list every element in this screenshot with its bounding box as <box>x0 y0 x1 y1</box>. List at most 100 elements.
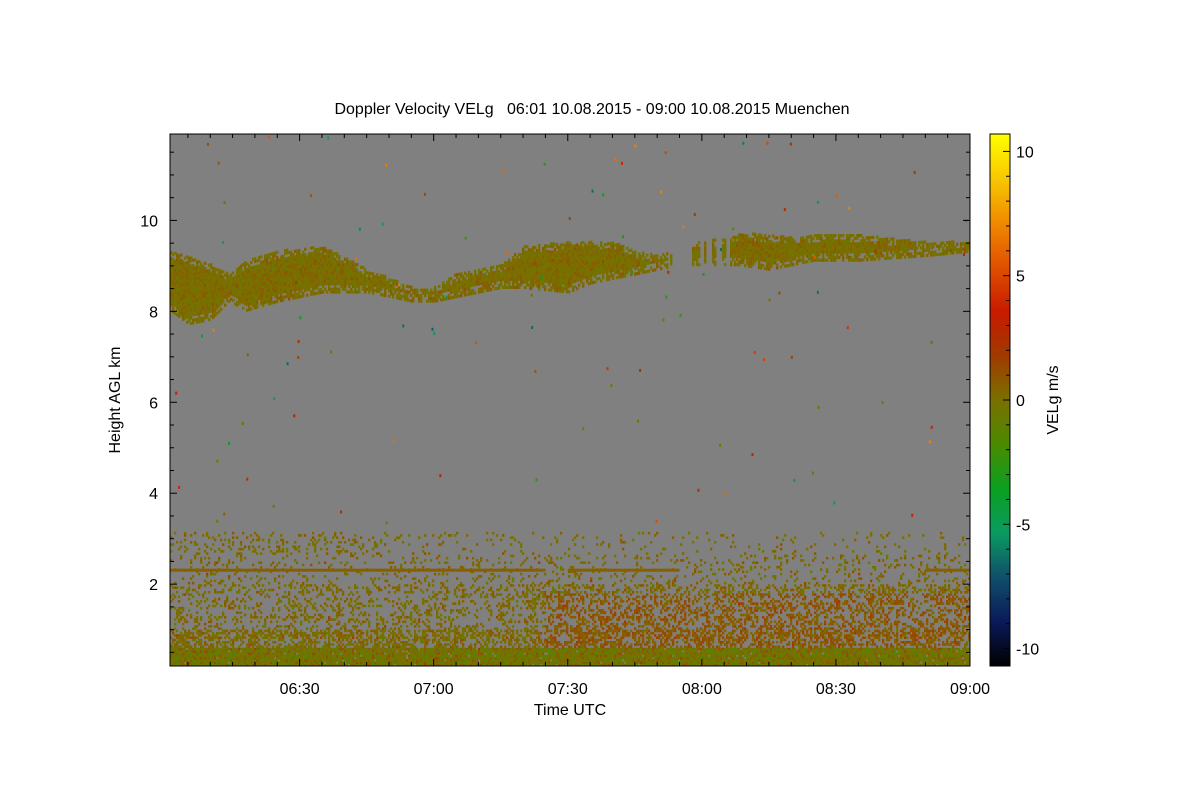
velocity-cell <box>202 593 205 596</box>
velocity-cell <box>182 661 185 665</box>
velocity-cell <box>278 545 281 549</box>
velocity-cell <box>210 638 213 642</box>
velocity-cell <box>704 246 707 250</box>
velocity-cell <box>234 656 237 660</box>
velocity-cell <box>196 647 199 651</box>
velocity-cell <box>630 267 633 271</box>
velocity-cell <box>194 661 197 665</box>
velocity-cell <box>286 631 289 635</box>
velocity-cell <box>208 638 211 642</box>
velocity-cell <box>230 643 233 646</box>
velocity-cell <box>260 631 263 635</box>
velocity-cell <box>256 634 259 637</box>
velocity-cell <box>238 590 241 594</box>
velocity-cell <box>178 634 181 637</box>
velocity-cell <box>270 652 273 655</box>
velocity-cell <box>228 640 231 644</box>
velocity-cell <box>240 556 243 560</box>
velocity-cell <box>260 255 263 259</box>
velocity-cell <box>820 234 823 238</box>
velocity-cell <box>342 260 345 264</box>
velocity-cell <box>288 656 291 660</box>
velocity-cell <box>262 538 265 542</box>
velocity-cell <box>194 647 197 651</box>
velocity-cell <box>204 661 207 665</box>
velocity-cell <box>730 263 733 267</box>
velocity-cell <box>188 640 191 644</box>
velocity-cell <box>174 643 177 646</box>
velocity-cell <box>258 538 261 542</box>
velocity-cell <box>242 656 245 660</box>
velocity-cell <box>262 661 265 665</box>
velocity-cell <box>254 550 257 553</box>
velocity-cell <box>252 627 255 630</box>
velocity-cell <box>268 659 271 662</box>
velocity-cell <box>226 634 229 637</box>
velocity-cell <box>430 288 433 292</box>
velocity-cell <box>230 650 233 653</box>
velocity-cell <box>848 236 851 240</box>
velocity-cell <box>200 640 203 644</box>
velocity-cell <box>248 652 251 655</box>
plot-area <box>169 133 971 667</box>
velocity-cell <box>832 253 835 257</box>
velocity-cell <box>204 650 207 653</box>
velocity-cell <box>500 280 503 284</box>
velocity-cell <box>516 255 519 259</box>
velocity-cell <box>258 609 261 612</box>
velocity-cell <box>238 634 241 637</box>
velocity-cell <box>806 260 809 264</box>
velocity-cell <box>238 659 241 662</box>
velocity-cell <box>250 661 253 665</box>
velocity-cell <box>220 656 223 660</box>
velocity-cell <box>174 586 177 590</box>
velocity-cell <box>698 254 701 259</box>
velocity-cell <box>186 636 189 640</box>
velocity-cell <box>264 588 267 592</box>
velocity-cell <box>196 615 199 619</box>
velocity-cell <box>256 645 259 649</box>
velocity-cell <box>200 650 203 653</box>
velocity-cell <box>204 622 207 626</box>
velocity-cell <box>184 643 187 646</box>
velocity-cell <box>176 615 179 619</box>
velocity-cell <box>182 586 185 590</box>
velocity-cell <box>246 659 249 662</box>
velocity-cell <box>204 643 207 646</box>
velocity-cell <box>348 284 351 289</box>
velocity-cell <box>284 604 287 608</box>
velocity-cell <box>270 650 273 653</box>
velocity-cell <box>276 602 279 605</box>
velocity-cell <box>220 581 223 585</box>
velocity-cell <box>834 258 837 262</box>
velocity-cell <box>238 611 241 615</box>
velocity-cell <box>182 643 185 646</box>
velocity-cell <box>258 645 261 649</box>
velocity-cell <box>220 590 223 594</box>
velocity-cell <box>200 647 203 651</box>
velocity-cell <box>258 561 261 564</box>
velocity-cell <box>360 271 363 275</box>
velocity-cell <box>594 280 597 284</box>
velocity-cell <box>210 656 213 660</box>
velocity-cell <box>236 590 239 594</box>
velocity-cell <box>240 620 243 624</box>
velocity-cell <box>232 531 235 535</box>
velocity-cell <box>220 636 223 640</box>
velocity-cell <box>216 650 219 653</box>
velocity-cell <box>288 654 291 658</box>
velocity-cell <box>232 298 235 302</box>
velocity-cell <box>236 554 239 558</box>
velocity-cell <box>218 652 221 655</box>
velocity-cell <box>892 239 895 244</box>
velocity-cell <box>240 579 243 583</box>
velocity-cell <box>176 643 179 646</box>
velocity-cell <box>176 650 179 653</box>
velocity-cell <box>256 625 259 628</box>
velocity-cell <box>204 579 207 583</box>
velocity-cell <box>236 656 239 660</box>
velocity-cell <box>240 654 243 658</box>
velocity-cell <box>460 294 463 298</box>
velocity-cell <box>252 652 255 655</box>
velocity-cell <box>238 654 241 658</box>
